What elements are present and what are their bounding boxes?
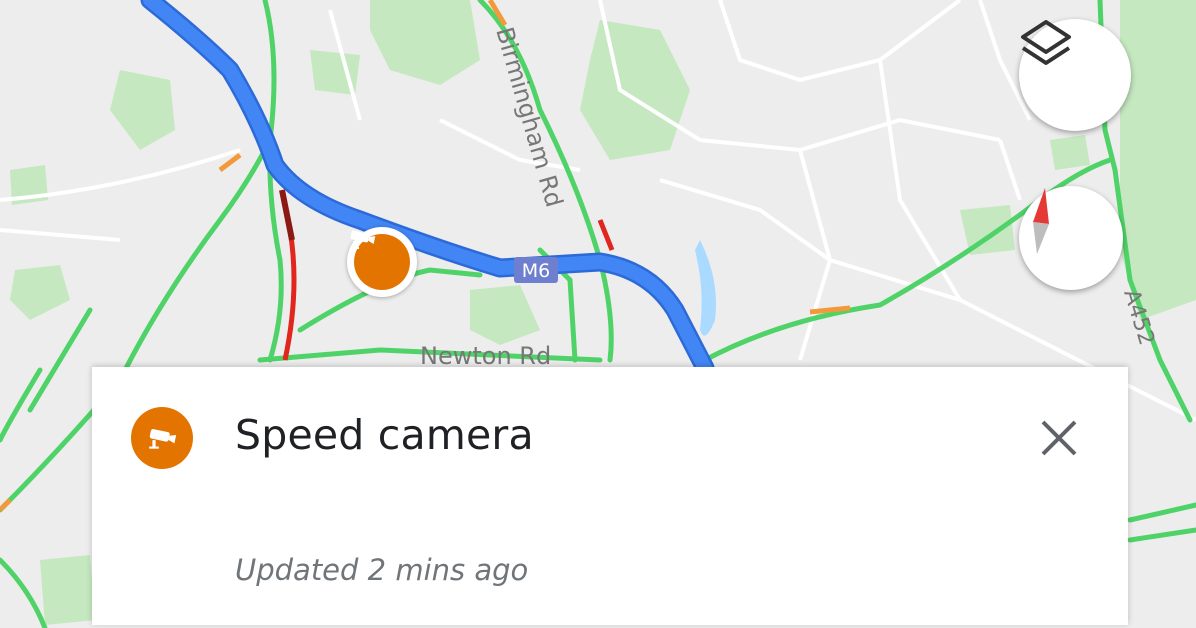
- layers-button[interactable]: [1019, 19, 1131, 131]
- speed-camera-icon: [350, 230, 410, 290]
- birmingham-rd-label: Birmingham Rd: [490, 24, 568, 210]
- speed-camera-card[interactable]: Speed camera Updated 2 mins ago: [92, 367, 1128, 625]
- speed-camera-icon: [131, 407, 193, 469]
- compass-icon: [1033, 188, 1049, 254]
- traffic-roads-heavy: [282, 219, 615, 361]
- water: [695, 240, 716, 336]
- close-button[interactable]: [1030, 409, 1088, 467]
- newton-rd-label: Newton Rd: [420, 342, 551, 370]
- layers-icon: [1021, 20, 1071, 65]
- updated-time: Updated 2 mins ago: [235, 553, 529, 587]
- card-title: Speed camera: [235, 411, 534, 459]
- traffic-road-severe: [279, 189, 295, 241]
- m6-label: M6: [522, 260, 550, 282]
- close-icon: [1041, 420, 1077, 456]
- speed-camera-marker[interactable]: [347, 227, 417, 297]
- compass-button[interactable]: [1019, 186, 1123, 290]
